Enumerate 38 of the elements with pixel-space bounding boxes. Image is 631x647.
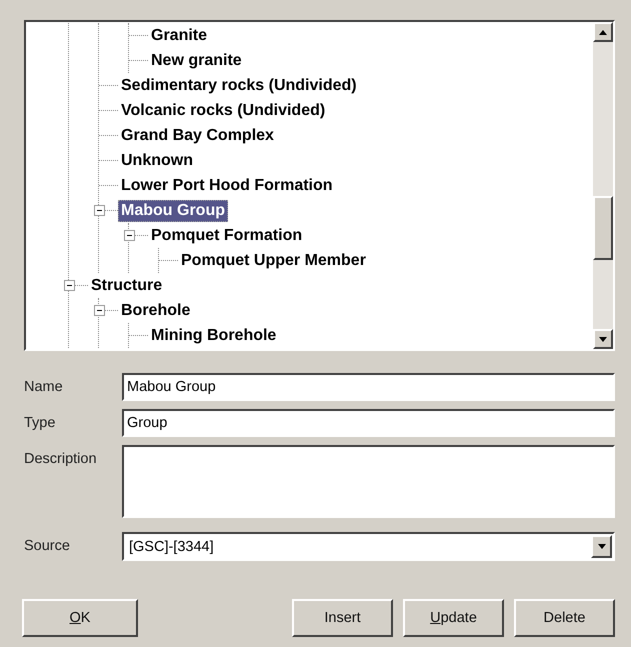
down-arrow-icon [598, 544, 606, 549]
scrollbar-thumb[interactable] [593, 196, 613, 260]
dropdown-button[interactable] [591, 535, 612, 558]
field-label: Description [24, 450, 98, 467]
collapse-icon[interactable] [94, 305, 105, 316]
button[interactable]: Delete [514, 599, 615, 637]
tree-item[interactable]: Granite [148, 24, 210, 46]
collapse-icon[interactable] [64, 280, 75, 291]
tree-item[interactable]: Sedimentary rocks (Undivided) [118, 74, 360, 96]
tree-view[interactable] [24, 20, 615, 351]
button[interactable]: Update [403, 599, 504, 637]
tree-item[interactable]: Unknown [118, 150, 196, 172]
field-label: Source [24, 537, 71, 554]
field-label: Type [24, 414, 56, 431]
field-label: Name [24, 378, 64, 395]
tree-item[interactable]: Borehole [118, 300, 194, 322]
tree-item[interactable]: Structure [88, 274, 166, 296]
tree-item[interactable]: Pomquet Formation [148, 224, 306, 246]
scrollbar[interactable] [593, 22, 613, 349]
scroll-down-button[interactable] [593, 329, 613, 349]
button[interactable]: OK [22, 599, 138, 637]
text-field[interactable]: Mabou Group [122, 373, 615, 401]
tree-item[interactable]: Mabou Group [118, 200, 228, 222]
tree-item[interactable]: Mining Borehole [148, 324, 280, 346]
tree-item[interactable]: Lower Port Hood Formation [118, 174, 336, 196]
collapse-icon[interactable] [94, 205, 105, 216]
up-arrow-icon [599, 30, 607, 34]
tree-item[interactable]: Volcanic rocks (Undivided) [118, 100, 328, 122]
text-area[interactable] [122, 445, 615, 518]
scroll-up-button[interactable] [593, 22, 613, 42]
tree-item[interactable]: New granite [148, 50, 245, 72]
button[interactable]: Insert [292, 599, 393, 637]
collapse-icon[interactable] [124, 230, 135, 241]
dropdown-field[interactable]: [GSC]-[3344] [122, 532, 615, 561]
down-arrow-icon [599, 336, 607, 342]
tree-item[interactable]: Grand Bay Complex [118, 124, 277, 146]
tree-item[interactable]: Pomquet Upper Member [178, 250, 369, 272]
text-field[interactable]: Group [122, 409, 615, 437]
